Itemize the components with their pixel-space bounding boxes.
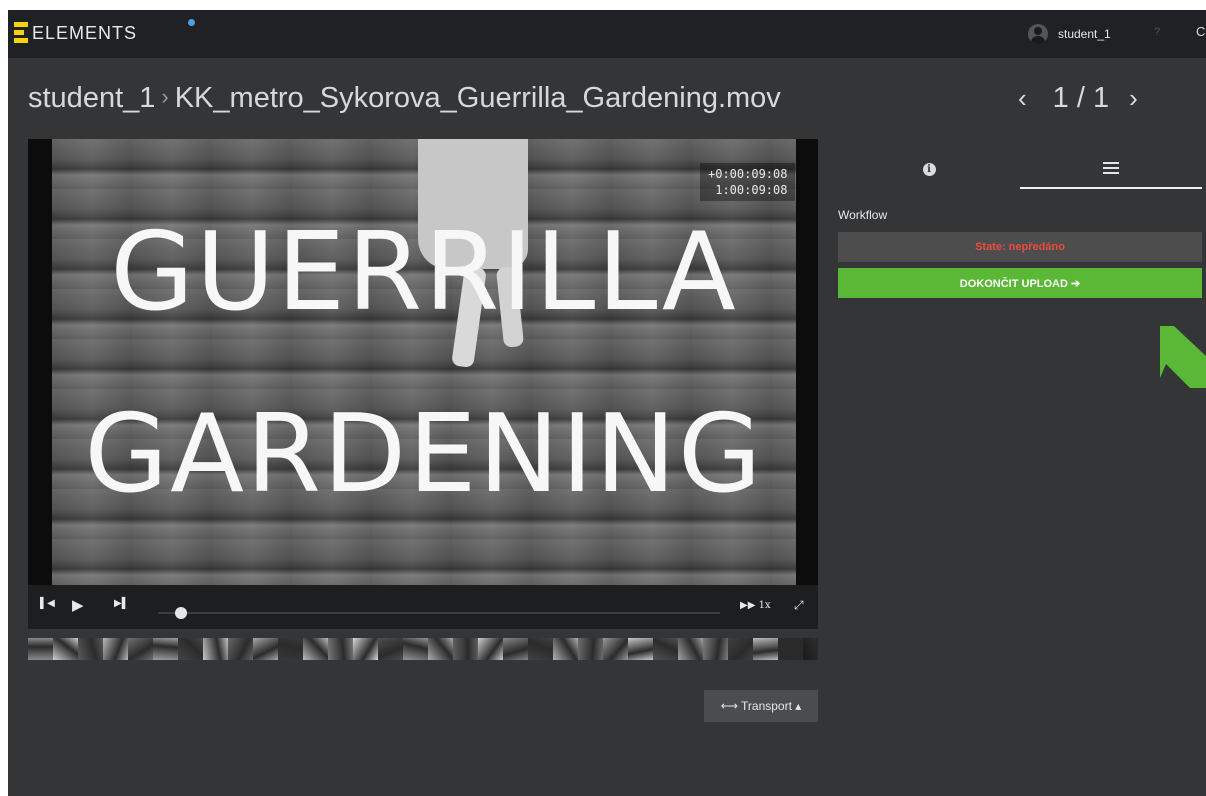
filmstrip[interactable] <box>28 638 818 660</box>
filmstrip-thumb[interactable] <box>103 638 128 660</box>
filmstrip-thumb[interactable] <box>178 638 203 660</box>
filmstrip-thumb[interactable] <box>278 638 303 660</box>
status-dot-icon <box>188 19 195 26</box>
panel-tabs: i <box>838 149 1202 189</box>
timecode-overlay: +0:00:09:08 1:00:09:08 <box>700 163 796 201</box>
filmstrip-thumb[interactable] <box>353 638 378 660</box>
filmstrip-thumb[interactable] <box>778 638 803 660</box>
video-player[interactable]: GUERRILLA GARDENING +0:00:09:08 1:00:09:… <box>28 139 818 585</box>
seek-bar[interactable] <box>158 612 720 614</box>
next-item-button[interactable]: › <box>1129 83 1138 114</box>
timecode-offset: +0:00:09:08 <box>708 167 788 181</box>
filmstrip-thumb[interactable] <box>578 638 603 660</box>
filmstrip-thumb[interactable] <box>803 638 818 660</box>
filmstrip-thumb[interactable] <box>528 638 553 660</box>
video-title-line-1: GUERRILLA <box>110 210 738 335</box>
elements-logo[interactable]: ELEMENTS <box>14 22 137 44</box>
filmstrip-thumb[interactable] <box>753 638 778 660</box>
filmstrip-thumb[interactable] <box>603 638 628 660</box>
filmstrip-thumb[interactable] <box>28 638 53 660</box>
help-icon[interactable]: ? <box>1154 26 1160 38</box>
avatar <box>1028 24 1048 44</box>
settings-icon[interactable]: C <box>1196 24 1205 39</box>
seek-handle[interactable] <box>175 607 188 619</box>
list-icon <box>1103 162 1119 174</box>
pager-count: 1 / 1 <box>1052 82 1110 114</box>
filmstrip-thumb[interactable] <box>303 638 328 660</box>
prev-item-button[interactable]: ‹ <box>1018 83 1027 114</box>
skip-forward-icon[interactable]: ▶▌ <box>114 598 129 609</box>
filmstrip-thumb[interactable] <box>253 638 278 660</box>
tab-info[interactable]: i <box>838 149 1020 189</box>
filmstrip-thumb[interactable] <box>503 638 528 660</box>
filmstrip-thumb[interactable] <box>653 638 678 660</box>
filmstrip-thumb[interactable] <box>728 638 753 660</box>
fast-forward-icon: ▶▶ <box>740 600 756 611</box>
info-icon: i <box>922 162 936 176</box>
video-frame: GUERRILLA GARDENING <box>52 139 796 585</box>
speed-label: 1x <box>758 600 771 611</box>
filmstrip-thumb[interactable] <box>228 638 253 660</box>
play-icon[interactable]: ▶ <box>72 596 84 614</box>
finish-upload-button[interactable]: DOKONČIT UPLOAD ➔ <box>838 268 1202 298</box>
tab-workflow[interactable] <box>1020 149 1202 189</box>
app-window: ELEMENTS student_1 ? C student_1 › KK_metr… <box>8 10 1206 796</box>
filmstrip-thumb[interactable] <box>453 638 478 660</box>
filmstrip-thumb[interactable] <box>678 638 703 660</box>
pointer-arrow-icon <box>1160 326 1206 388</box>
video-title-line-2: GARDENING <box>84 392 764 517</box>
filmstrip-thumb[interactable] <box>53 638 78 660</box>
transport-button[interactable]: ⟷ Transport ▴ <box>704 690 818 722</box>
filmstrip-thumb[interactable] <box>328 638 353 660</box>
pager: ‹ 1 / 1 › <box>1018 82 1138 115</box>
breadcrumb-current: KK_metro_Sykorova_Guerrilla_Gardening.mo… <box>174 82 781 114</box>
timecode-absolute: 1:00:09:08 <box>715 183 788 197</box>
skip-back-icon[interactable]: ▌◀ <box>40 598 55 609</box>
filmstrip-thumb[interactable] <box>378 638 403 660</box>
user-menu[interactable]: student_1 <box>1028 24 1111 44</box>
workflow-state: State: nepředáno <box>838 232 1202 262</box>
player-controls: ▌◀ ▶ ▶▌ ▶▶ 1x ⤢ <box>28 585 818 629</box>
filmstrip-thumb[interactable] <box>428 638 453 660</box>
top-bar: ELEMENTS student_1 ? C <box>8 10 1206 58</box>
breadcrumb-parent[interactable]: student_1 <box>28 82 155 114</box>
workflow-heading: Workflow <box>838 208 888 222</box>
filmstrip-thumb[interactable] <box>78 638 103 660</box>
logo-text: ELEMENTS <box>32 22 138 43</box>
filmstrip-thumb[interactable] <box>403 638 428 660</box>
breadcrumb-separator-icon: › <box>161 84 169 109</box>
playback-speed[interactable]: ▶▶ 1x <box>740 600 771 611</box>
user-name: student_1 <box>1058 27 1111 41</box>
filmstrip-thumb[interactable] <box>153 638 178 660</box>
filmstrip-thumb[interactable] <box>478 638 503 660</box>
filmstrip-thumb[interactable] <box>128 638 153 660</box>
filmstrip-thumb[interactable] <box>703 638 728 660</box>
filmstrip-thumb[interactable] <box>628 638 653 660</box>
logo-mark-icon <box>14 22 28 44</box>
breadcrumb: student_1 › KK_metro_Sykorova_Guerrilla_Ga… <box>28 82 781 115</box>
filmstrip-thumb[interactable] <box>553 638 578 660</box>
fullscreen-icon[interactable]: ⤢ <box>794 598 804 613</box>
filmstrip-thumb[interactable] <box>203 638 228 660</box>
